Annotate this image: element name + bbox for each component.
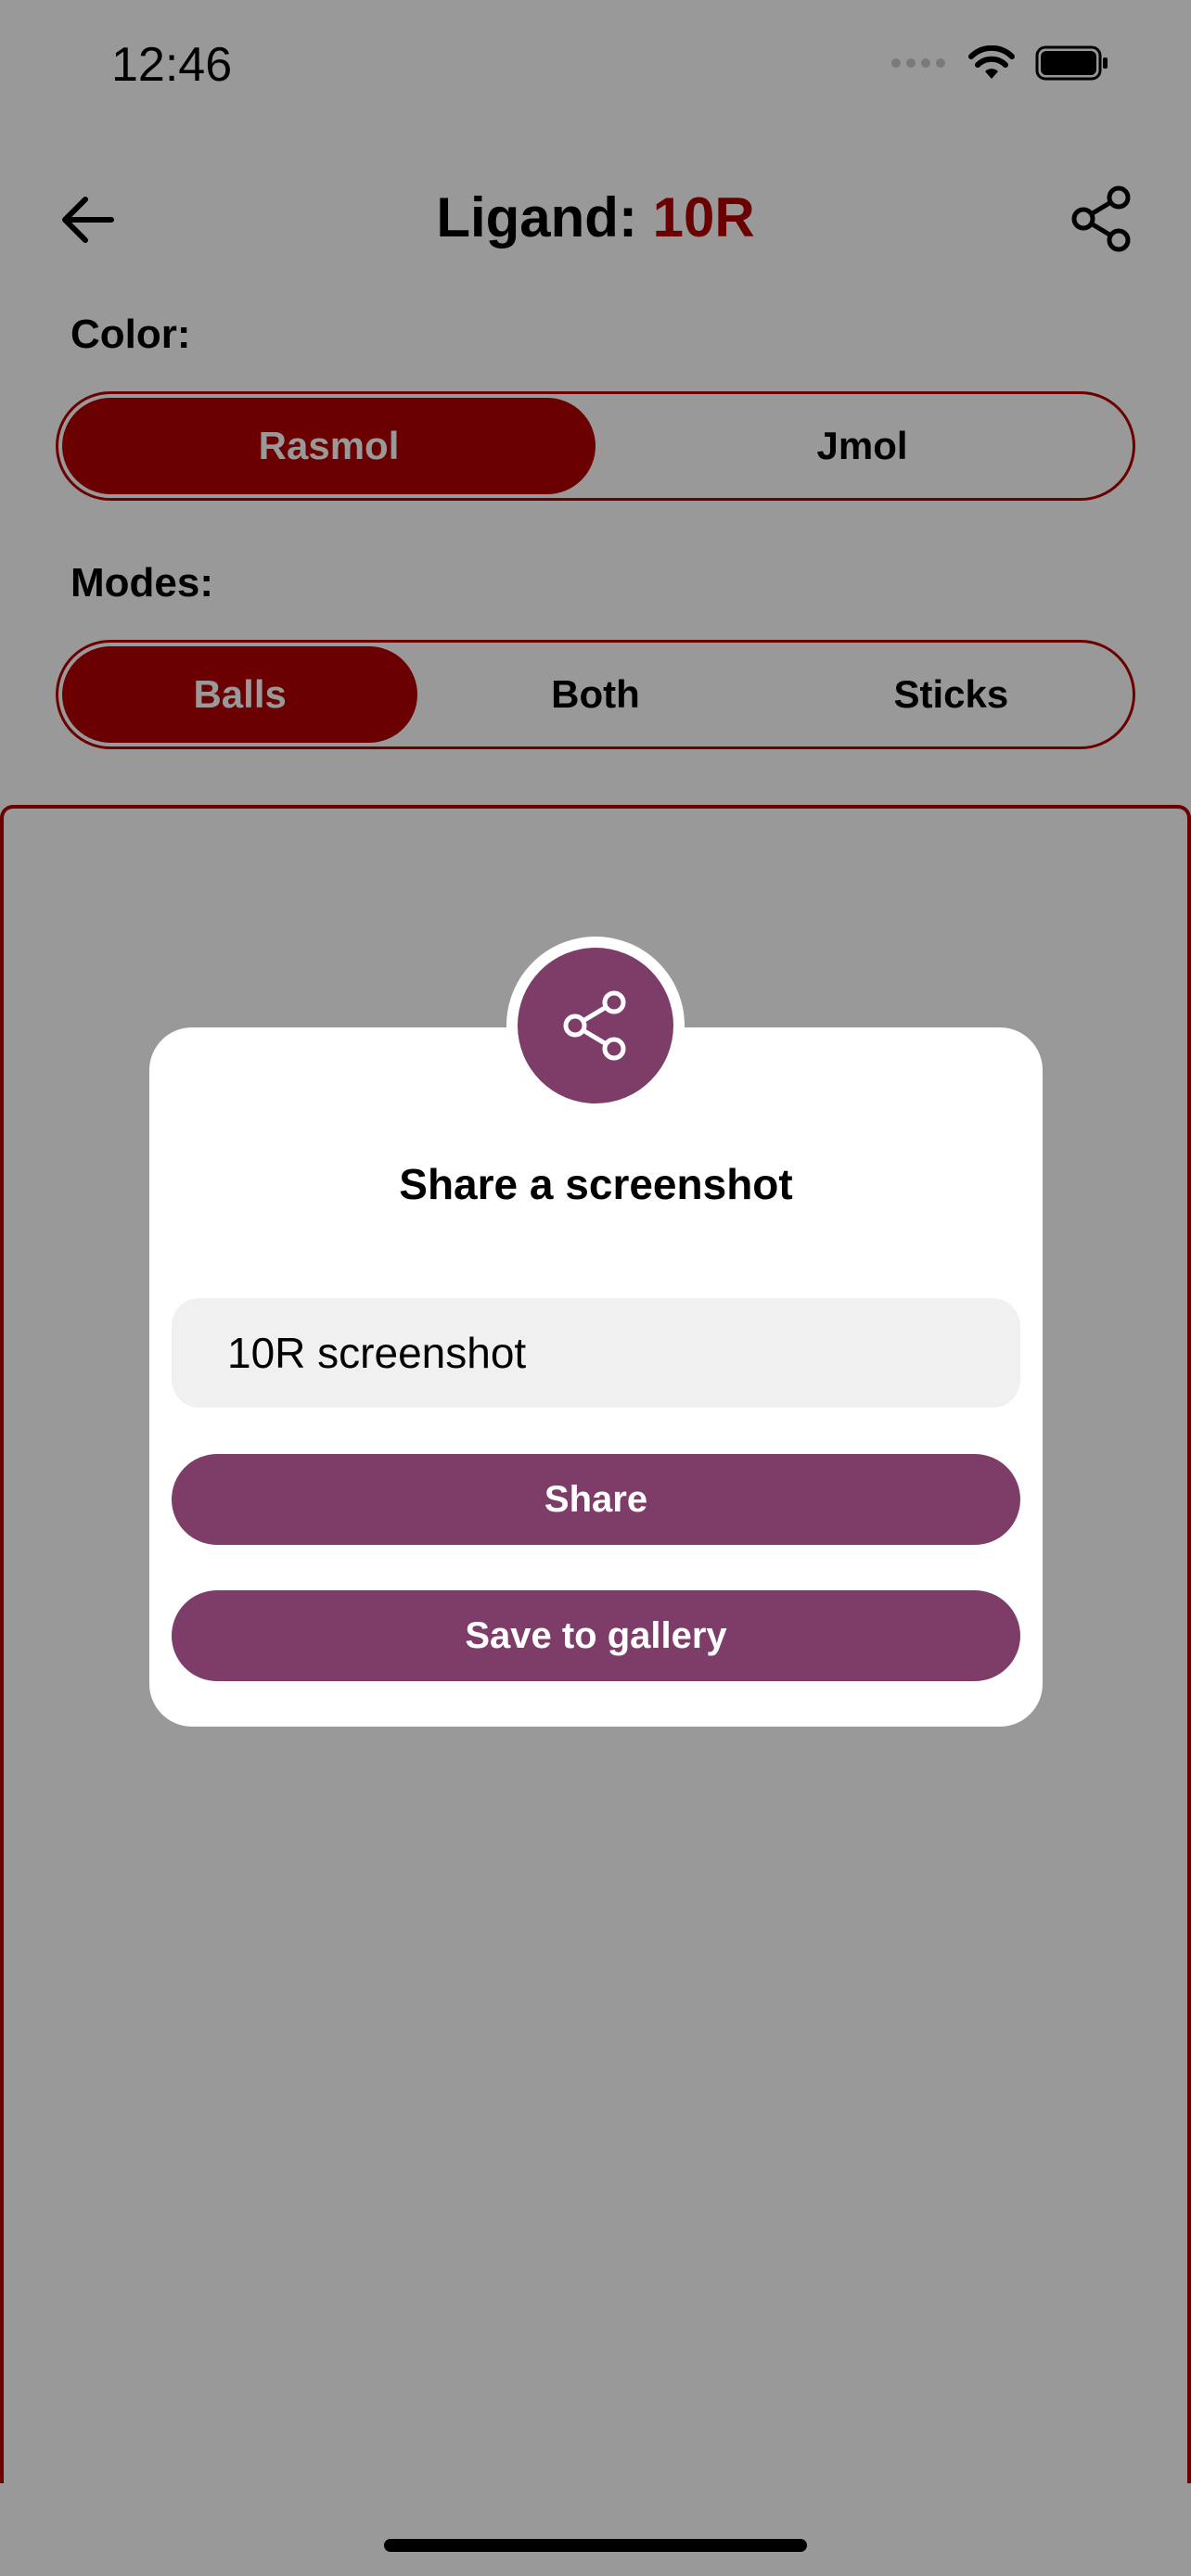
page-title: Ligand: 10R (0, 185, 1191, 249)
mode-option-both[interactable]: Both (417, 646, 773, 743)
color-option-jmol[interactable]: Jmol (596, 398, 1129, 494)
share-dialog-badge (506, 937, 685, 1115)
share-icon[interactable] (1069, 185, 1133, 252)
title-prefix: Ligand: (436, 186, 653, 249)
cellular-signal-icon (891, 58, 945, 68)
mode-option-balls[interactable]: Balls (62, 646, 418, 743)
status-icons (890, 45, 1109, 82)
share-icon (518, 948, 673, 1103)
share-button[interactable]: Share (172, 1454, 1020, 1545)
save-to-gallery-button[interactable]: Save to gallery (172, 1590, 1020, 1681)
color-option-rasmol[interactable]: Rasmol (62, 398, 596, 494)
status-time: 12:46 (111, 38, 233, 92)
screenshot-name-input[interactable] (172, 1298, 1020, 1408)
color-label: Color: (70, 312, 191, 357)
dialog-title: Share a screenshot (399, 1160, 793, 1208)
title-ligand-id: 10R (652, 186, 755, 249)
modes-label: Modes: (70, 560, 213, 606)
mode-option-sticks[interactable]: Sticks (774, 646, 1129, 743)
battery-icon (1035, 45, 1108, 81)
color-segmented-control: Rasmol Jmol (56, 391, 1135, 501)
wifi-icon (968, 45, 1015, 79)
home-indicator[interactable] (384, 2539, 807, 2552)
modes-segmented-control: Balls Both Sticks (56, 640, 1135, 749)
